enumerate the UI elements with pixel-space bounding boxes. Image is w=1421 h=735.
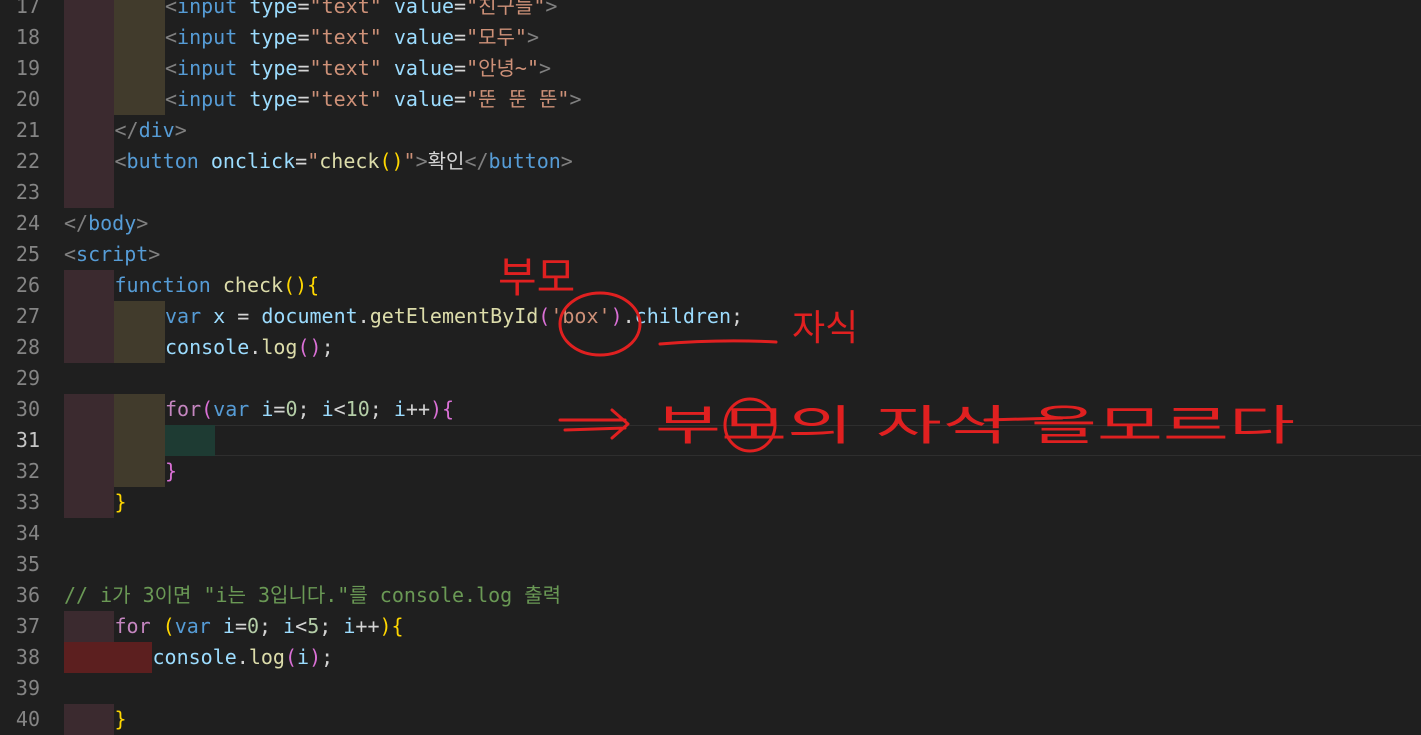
circle-around-box [558,291,642,357]
annotation-child: 자식 [792,308,858,349]
annotation-note: 부모의 자식 을모르다 [655,401,1295,450]
arrow-mark [558,408,630,440]
annotation-parent: 부모 [498,253,575,302]
handwritten-annotations: 부모 자식 부모의 자식 을모르다 [498,253,1295,453]
underline-children [658,339,778,346]
